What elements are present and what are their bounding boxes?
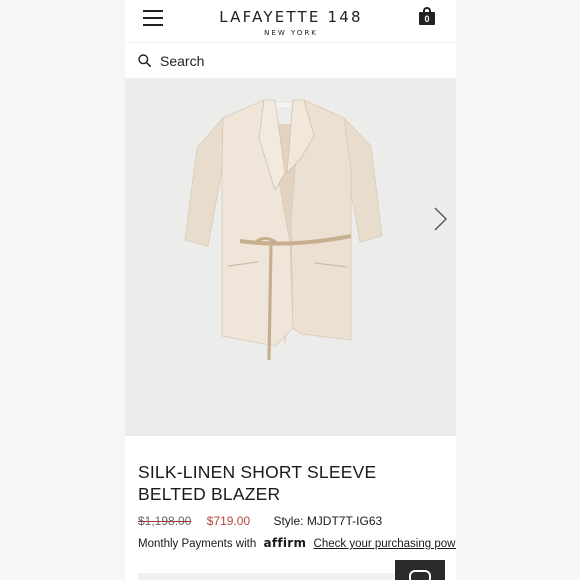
shopping-bag-icon[interactable]: 0: [419, 7, 435, 25]
purchasing-power-link[interactable]: Check your purchasing power: [314, 538, 456, 550]
style-code: Style: MJDT7T-IG63: [273, 514, 383, 528]
hamburger-icon[interactable]: [143, 10, 163, 26]
brand-location: NEW YORK: [264, 29, 318, 37]
search-input[interactable]: Search: [125, 42, 456, 78]
financing-row: Monthly Payments with affirm Check your …: [138, 536, 456, 551]
original-price: $1,198.00: [138, 514, 192, 528]
size-selector[interactable]: [138, 573, 408, 580]
mobile-page: LAFAYETTE 148 NEW YORK 0 Search SILK-LIN…: [125, 0, 456, 580]
page-background-right: [456, 0, 580, 580]
product-image: [184, 99, 383, 361]
product-image-gallery[interactable]: [125, 78, 456, 436]
search-label: Search: [160, 53, 205, 69]
page-background-left: [0, 0, 125, 580]
bag-count-badge: 0: [424, 14, 430, 24]
affirm-logo: affirm: [263, 536, 307, 550]
product-info: SILK-LINEN SHORT SLEEVE BELTED BLAZER $1…: [125, 436, 456, 580]
brand-name: LAFAYETTE 148: [219, 8, 363, 26]
sale-price: $719.00: [206, 514, 251, 528]
chat-icon[interactable]: [395, 560, 445, 580]
financing-label: Monthly Payments with: [138, 538, 257, 550]
product-title: SILK-LINEN SHORT SLEEVE BELTED BLAZER: [138, 462, 377, 504]
site-header: LAFAYETTE 148 NEW YORK 0: [125, 0, 456, 42]
brand-logo[interactable]: LAFAYETTE 148 NEW YORK: [209, 8, 373, 38]
chevron-right-icon[interactable]: [432, 206, 448, 232]
price-row: $1,198.00 $719.00 Style: MJDT7T-IG63: [138, 514, 382, 528]
search-icon: [138, 54, 151, 67]
